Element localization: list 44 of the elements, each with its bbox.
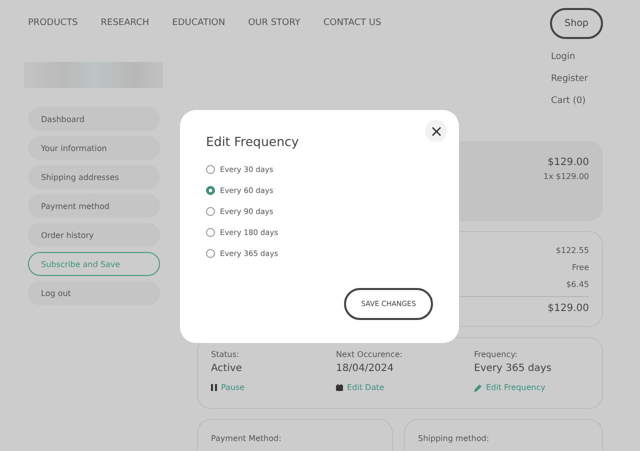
sidebar-item[interactable]: Subscribe and Save [28, 252, 160, 276]
close-icon [432, 126, 440, 136]
nav-link[interactable]: OUR STORY [248, 18, 300, 28]
nav-link[interactable]: PRODUCTS [28, 18, 78, 28]
modal-title: Edit Frequency [206, 134, 300, 149]
summary-value: Free [572, 262, 589, 274]
total-value: $129.00 [548, 303, 589, 314]
card-label: Payment Method: [211, 434, 282, 443]
pause-icon [211, 384, 217, 391]
summary-value: $122.55 [556, 245, 589, 257]
calendar-icon [336, 384, 343, 391]
pencil-icon [474, 384, 482, 392]
radio-button[interactable] [206, 165, 215, 174]
sidebar-item[interactable]: Dashboard [28, 107, 160, 131]
action-link[interactable]: Edit Date [336, 383, 384, 392]
product-price: $129.00 [548, 157, 589, 168]
sidebar-item[interactable]: Order history [28, 223, 160, 247]
sidebar-item[interactable]: Log out [28, 281, 160, 305]
field-value: 18/04/2024 [336, 363, 395, 374]
nav-link[interactable]: EDUCATION [172, 18, 226, 28]
shop-button[interactable]: Shop [550, 8, 603, 38]
field-label: Frequency: [474, 350, 518, 359]
close-button[interactable] [425, 120, 447, 142]
nav-link[interactable]: CONTACT US [323, 18, 382, 28]
nav-link[interactable]: RESEARCH [100, 18, 150, 28]
sidebar-item[interactable]: Your information [28, 136, 160, 160]
summary-value: $6.45 [566, 279, 589, 291]
radio-button[interactable] [206, 186, 215, 195]
account-link[interactable]: Cart (0) [550, 90, 586, 112]
radio-button[interactable] [206, 249, 215, 258]
account-link[interactable]: Register [550, 68, 588, 90]
quantity-price: 1x $129.00 [544, 172, 589, 181]
sidebar-item[interactable]: Payment method [28, 194, 160, 218]
radio-button[interactable] [206, 207, 215, 216]
field-value: Active [211, 363, 243, 374]
action-link[interactable]: Pause [211, 383, 245, 392]
field-label: Status: [211, 350, 240, 359]
card-label: Shipping method: [418, 434, 490, 443]
field-label: Next Occurence: [336, 350, 404, 359]
account-link[interactable]: Login [550, 46, 576, 68]
field-value: Every 365 days [474, 363, 552, 374]
sidebar-item[interactable]: Shipping addresses [28, 165, 160, 189]
radio-button[interactable] [206, 228, 215, 237]
action-link[interactable]: Edit Frequency [474, 383, 546, 392]
